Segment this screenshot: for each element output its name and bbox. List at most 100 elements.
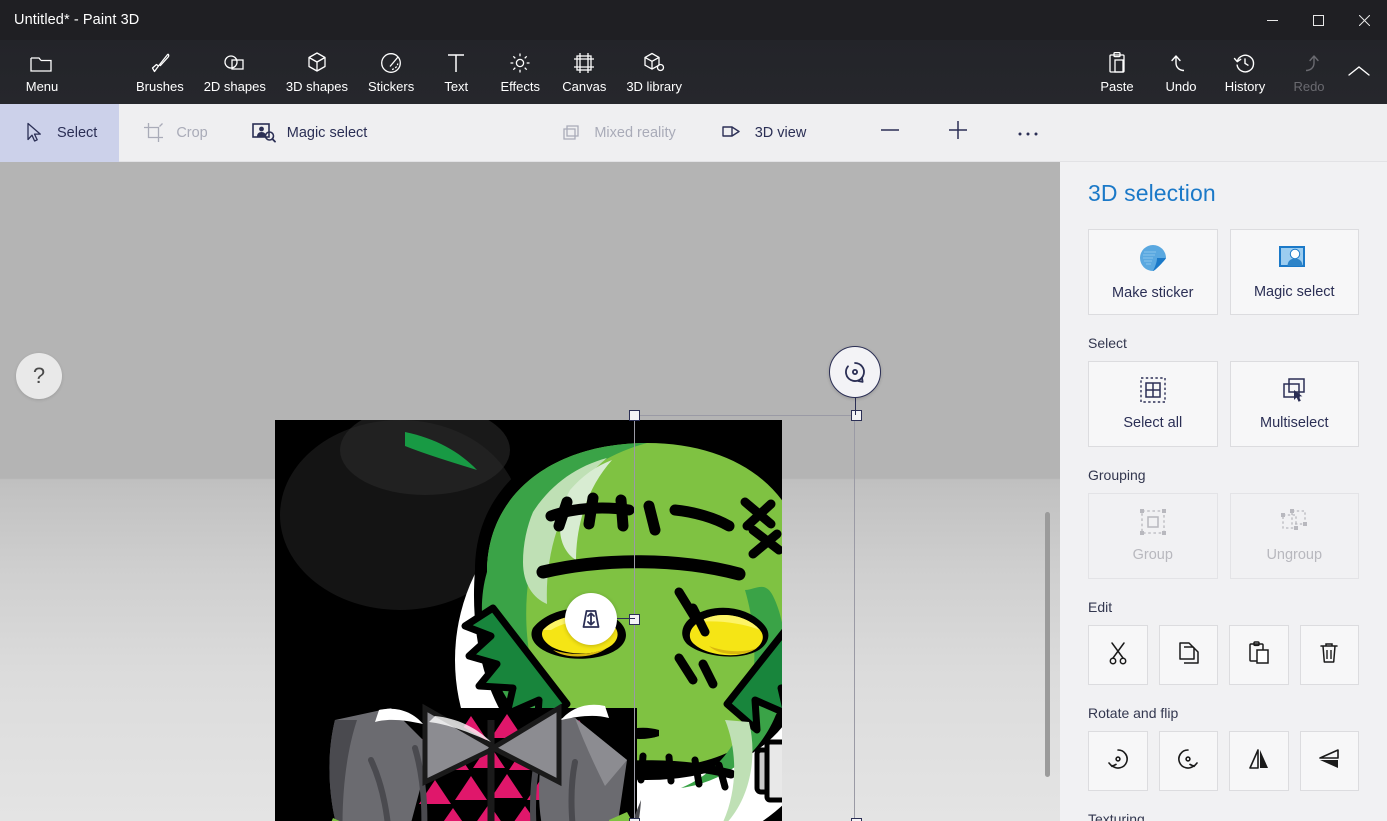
minus-icon: [879, 119, 901, 146]
selection-bounding-box[interactable]: [629, 410, 862, 821]
crop-icon: [141, 122, 165, 143]
ribbon-item-3d-shapes[interactable]: 3D shapes: [276, 41, 358, 103]
ribbon-tools-group: Brushes 2D shapes 3D shapes Stickers Tex: [126, 41, 692, 103]
window-title: Untitled* - Paint 3D: [14, 12, 140, 28]
ribbon-item-canvas-label: Canvas: [562, 79, 607, 94]
select-all-button[interactable]: Select all: [1088, 361, 1218, 447]
history-icon: [1233, 49, 1257, 75]
ribbon-item-effects-label: Effects: [500, 79, 540, 94]
ellipsis-icon: [1017, 124, 1039, 142]
select-section: Select all Multiselect: [1088, 361, 1359, 447]
ribbon-item-redo-label: Redo: [1293, 79, 1325, 94]
delete-button[interactable]: [1299, 625, 1359, 685]
flip-vertical-icon: [1317, 747, 1341, 776]
section-label-edit: Edit: [1088, 599, 1113, 615]
effects-icon: [508, 49, 532, 75]
tool-crop[interactable]: Crop: [119, 104, 229, 162]
tool-3d-view-label: 3D view: [754, 124, 807, 141]
ribbon-item-stickers[interactable]: Stickers: [358, 41, 424, 103]
rotate-flip-section: [1088, 731, 1359, 791]
rotate-z-gizmo-icon[interactable]: [829, 346, 881, 398]
rotate-left-button[interactable]: [1088, 731, 1148, 791]
selection-handle-top-left[interactable]: [629, 410, 640, 421]
stickers-icon: [379, 49, 403, 75]
select-all-label: Select all: [1123, 415, 1183, 431]
close-button[interactable]: [1341, 0, 1387, 40]
ribbon-item-undo-label: Undo: [1165, 79, 1197, 94]
multiselect-button[interactable]: Multiselect: [1229, 361, 1359, 447]
minimize-button[interactable]: [1249, 0, 1295, 40]
ungroup-label: Ungroup: [1266, 547, 1323, 563]
ribbon-item-2d-shapes[interactable]: 2D shapes: [194, 41, 276, 103]
help-icon[interactable]: ?: [16, 353, 62, 399]
depth-move-gizmo-icon[interactable]: [565, 593, 617, 645]
selection-handle-middle-left[interactable]: [629, 614, 640, 625]
magic-select-icon: [1278, 244, 1310, 276]
tool-mixed-reality[interactable]: Mixed reality: [537, 104, 697, 162]
paste-icon: [1106, 49, 1128, 75]
ribbon-item-brushes[interactable]: Brushes: [126, 41, 194, 103]
main-area: ? 3D selection Make sticker Magic select…: [0, 162, 1387, 821]
3d-library-icon: [642, 49, 666, 75]
paste-button[interactable]: [1229, 625, 1289, 685]
edit-section: [1088, 625, 1359, 685]
group-button[interactable]: Group: [1088, 493, 1218, 579]
chevron-up-icon[interactable]: [1339, 40, 1379, 102]
ribbon-item-3d-library-label: 3D library: [626, 79, 682, 94]
mixed-reality-icon: [559, 123, 583, 143]
cut-icon: [1107, 641, 1129, 670]
ribbon-item-effects[interactable]: Effects: [488, 41, 552, 103]
more-options-button[interactable]: [1002, 104, 1054, 162]
selection-handle-top-right[interactable]: [851, 410, 862, 421]
zoom-in-button[interactable]: [932, 104, 984, 162]
tool-select[interactable]: Select: [0, 103, 120, 162]
rotate-right-icon: [1176, 747, 1200, 776]
ribbon-item-history-label: History: [1224, 79, 1266, 94]
ribbon-item-text-label: Text: [444, 79, 469, 94]
panel-magic-select-label: Magic select: [1253, 284, 1335, 300]
ribbon-item-3d-library[interactable]: 3D library: [616, 41, 692, 103]
ungroup-button[interactable]: Ungroup: [1229, 493, 1359, 579]
tool-magic-select[interactable]: Magic select: [230, 104, 390, 162]
group-icon: [1139, 509, 1166, 539]
canvas-stage[interactable]: ?: [0, 162, 1060, 821]
ribbon-item-paste[interactable]: Paste: [1085, 41, 1149, 103]
group-label: Group: [1132, 547, 1173, 563]
ribbon-item-menu-label: Menu: [25, 79, 59, 94]
help-label: ?: [32, 363, 46, 388]
cursor-arrow-icon: [22, 122, 46, 143]
make-sticker-icon: [1138, 243, 1168, 277]
copy-icon: [1177, 641, 1199, 670]
tool-3d-view[interactable]: 3D view: [698, 104, 829, 162]
ribbon-item-text[interactable]: Text: [424, 41, 488, 103]
ribbon-item-history[interactable]: History: [1213, 41, 1277, 103]
section-label-select: Select: [1088, 335, 1127, 351]
flip-horizontal-icon: [1247, 747, 1271, 776]
grouping-section: Group Ungroup: [1088, 493, 1359, 579]
copy-button[interactable]: [1158, 625, 1218, 685]
multiselect-label: Multiselect: [1260, 415, 1329, 431]
panel-top-actions: Make sticker Magic select: [1088, 229, 1359, 315]
zoom-out-button[interactable]: [864, 104, 916, 162]
2d-shapes-icon: [222, 49, 248, 75]
panel-title: 3D selection: [1088, 180, 1216, 206]
flip-vertical-button[interactable]: [1299, 731, 1359, 791]
ribbon-item-2d-shapes-label: 2D shapes: [203, 79, 266, 94]
undo-icon: [1169, 49, 1193, 75]
rotate-right-button[interactable]: [1158, 731, 1218, 791]
section-label-texturing: Texturing: [1088, 811, 1145, 821]
cut-button[interactable]: [1088, 625, 1148, 685]
tool-select-label: Select: [57, 124, 98, 141]
ribbon-item-redo[interactable]: Redo: [1277, 41, 1341, 103]
window-controls: [1249, 0, 1387, 40]
make-sticker-button[interactable]: Make sticker: [1088, 229, 1218, 315]
ribbon-item-menu[interactable]: Menu: [10, 41, 74, 103]
redo-icon: [1297, 49, 1321, 75]
delete-icon: [1318, 641, 1340, 670]
panel-magic-select-button[interactable]: Magic select: [1229, 229, 1359, 315]
vertical-scrollbar[interactable]: [1045, 512, 1050, 777]
ribbon-item-canvas[interactable]: Canvas: [552, 41, 616, 103]
ribbon-item-undo[interactable]: Undo: [1149, 41, 1213, 103]
maximize-button[interactable]: [1295, 0, 1341, 40]
flip-horizontal-button[interactable]: [1229, 731, 1289, 791]
